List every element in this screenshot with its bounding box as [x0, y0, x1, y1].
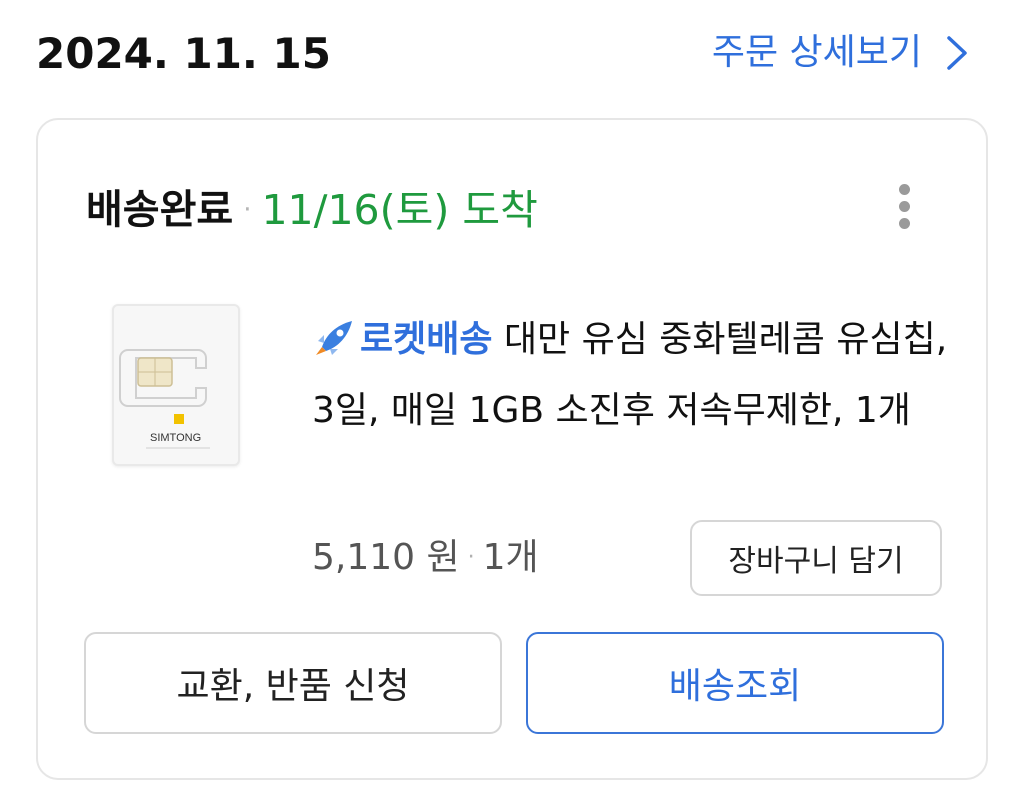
- order-card: 배송완료 · 11/16(토) 도착 SIMTONG 로켓배송 대만 유심 중화…: [36, 118, 988, 780]
- price-separator: ·: [467, 545, 475, 570]
- product-title[interactable]: 로켓배송 대만 유심 중화텔레콤 유심칩, 3일, 매일 1GB 소진후 저속무…: [312, 304, 962, 446]
- track-delivery-button[interactable]: 배송조회: [526, 632, 944, 734]
- order-detail-label: 주문 상세보기: [711, 32, 922, 73]
- chevron-right-icon: [947, 36, 967, 70]
- sim-card-image: SIMTONG: [119, 349, 210, 449]
- add-to-cart-button[interactable]: 장바구니 담기: [690, 520, 942, 596]
- product-thumbnail[interactable]: SIMTONG: [112, 304, 240, 466]
- delivery-status: 배송완료: [86, 187, 234, 233]
- exchange-return-button[interactable]: 교환, 반품 신청: [84, 632, 502, 734]
- rocket-icon: [316, 321, 352, 355]
- more-vertical-icon[interactable]: [896, 184, 912, 232]
- status-separator: ·: [243, 195, 252, 225]
- order-history-page: 2024. 11. 15 주문 상세보기 배송완료 · 11/16(토) 도착 …: [0, 0, 1024, 786]
- order-date: 2024. 11. 15: [36, 29, 331, 78]
- delivery-status-row: 배송완료 · 11/16(토) 도착: [86, 180, 538, 240]
- arrival-date: 11/16(토) 도착: [261, 186, 538, 234]
- price-row: 5,110 원 · 1개: [312, 530, 539, 586]
- rocket-delivery-badge: 로켓배송: [360, 319, 493, 360]
- order-detail-link[interactable]: 주문 상세보기: [712, 28, 970, 78]
- product-quantity: 1개: [482, 537, 539, 578]
- product-price: 5,110 원: [312, 537, 460, 578]
- sim-brand-text: SIMTONG: [150, 432, 201, 444]
